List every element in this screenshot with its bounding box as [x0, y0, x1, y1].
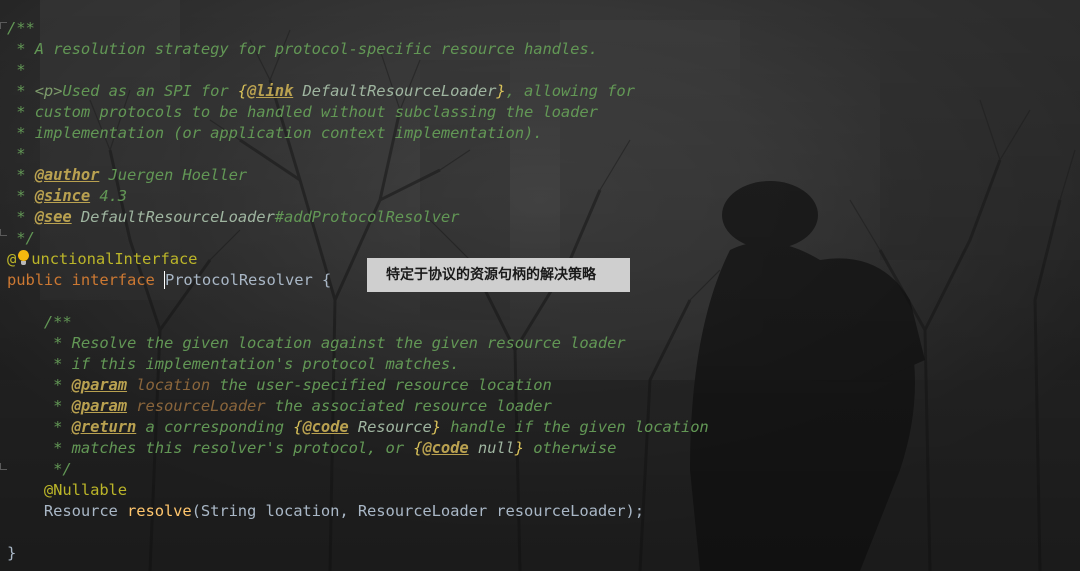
code-line[interactable]: * Resolve the given location against the…: [7, 333, 625, 354]
code-line[interactable]: * @author Juergen Hoeller: [7, 165, 247, 186]
code-line[interactable]: * @param resourceLoader the associated r…: [7, 396, 552, 417]
code-line[interactable]: */: [7, 459, 72, 480]
code-line[interactable]: Resource resolve(String location, Resour…: [7, 501, 644, 522]
code-line[interactable]: @ unctionalInterface: [7, 249, 198, 270]
code-line[interactable]: @Nullable: [7, 480, 127, 501]
code-line[interactable]: * matches this resolver's protocol, or {…: [7, 438, 616, 459]
code-line[interactable]: * if this implementation's protocol matc…: [7, 354, 459, 375]
code-line[interactable]: public interface ProtocolResolver {: [7, 270, 331, 291]
fold-marker[interactable]: [0, 463, 7, 470]
code-line[interactable]: /**: [7, 18, 35, 39]
code-line[interactable]: * implementation (or application context…: [7, 123, 542, 144]
code-line[interactable]: */: [7, 228, 35, 249]
code-line[interactable]: * A resolution strategy for protocol-spe…: [7, 39, 598, 60]
fold-marker[interactable]: [0, 229, 7, 236]
code-line[interactable]: /**: [7, 312, 72, 333]
code-line[interactable]: }: [7, 543, 16, 564]
interface-name[interactable]: ProtocolResolver: [163, 271, 313, 289]
code-line[interactable]: * @see DefaultResourceLoader#addProtocol…: [7, 207, 459, 228]
lightbulb-icon[interactable]: [16, 250, 31, 266]
code-line[interactable]: * <p>Used as an SPI for {@link DefaultRe…: [7, 81, 635, 102]
code-line[interactable]: * @param location the user-specified res…: [7, 375, 552, 396]
fold-marker[interactable]: [0, 22, 7, 29]
translation-tooltip: 特定于协议的资源句柄的解决策略: [367, 258, 630, 292]
code-line[interactable]: *: [7, 60, 25, 81]
method-name[interactable]: resolve: [127, 502, 192, 520]
code-line[interactable]: * @return a corresponding {@code Resourc…: [7, 417, 709, 438]
code-line[interactable]: * custom protocols to be handled without…: [7, 102, 598, 123]
code-line[interactable]: *: [7, 144, 25, 165]
code-line[interactable]: * @since 4.3: [7, 186, 127, 207]
